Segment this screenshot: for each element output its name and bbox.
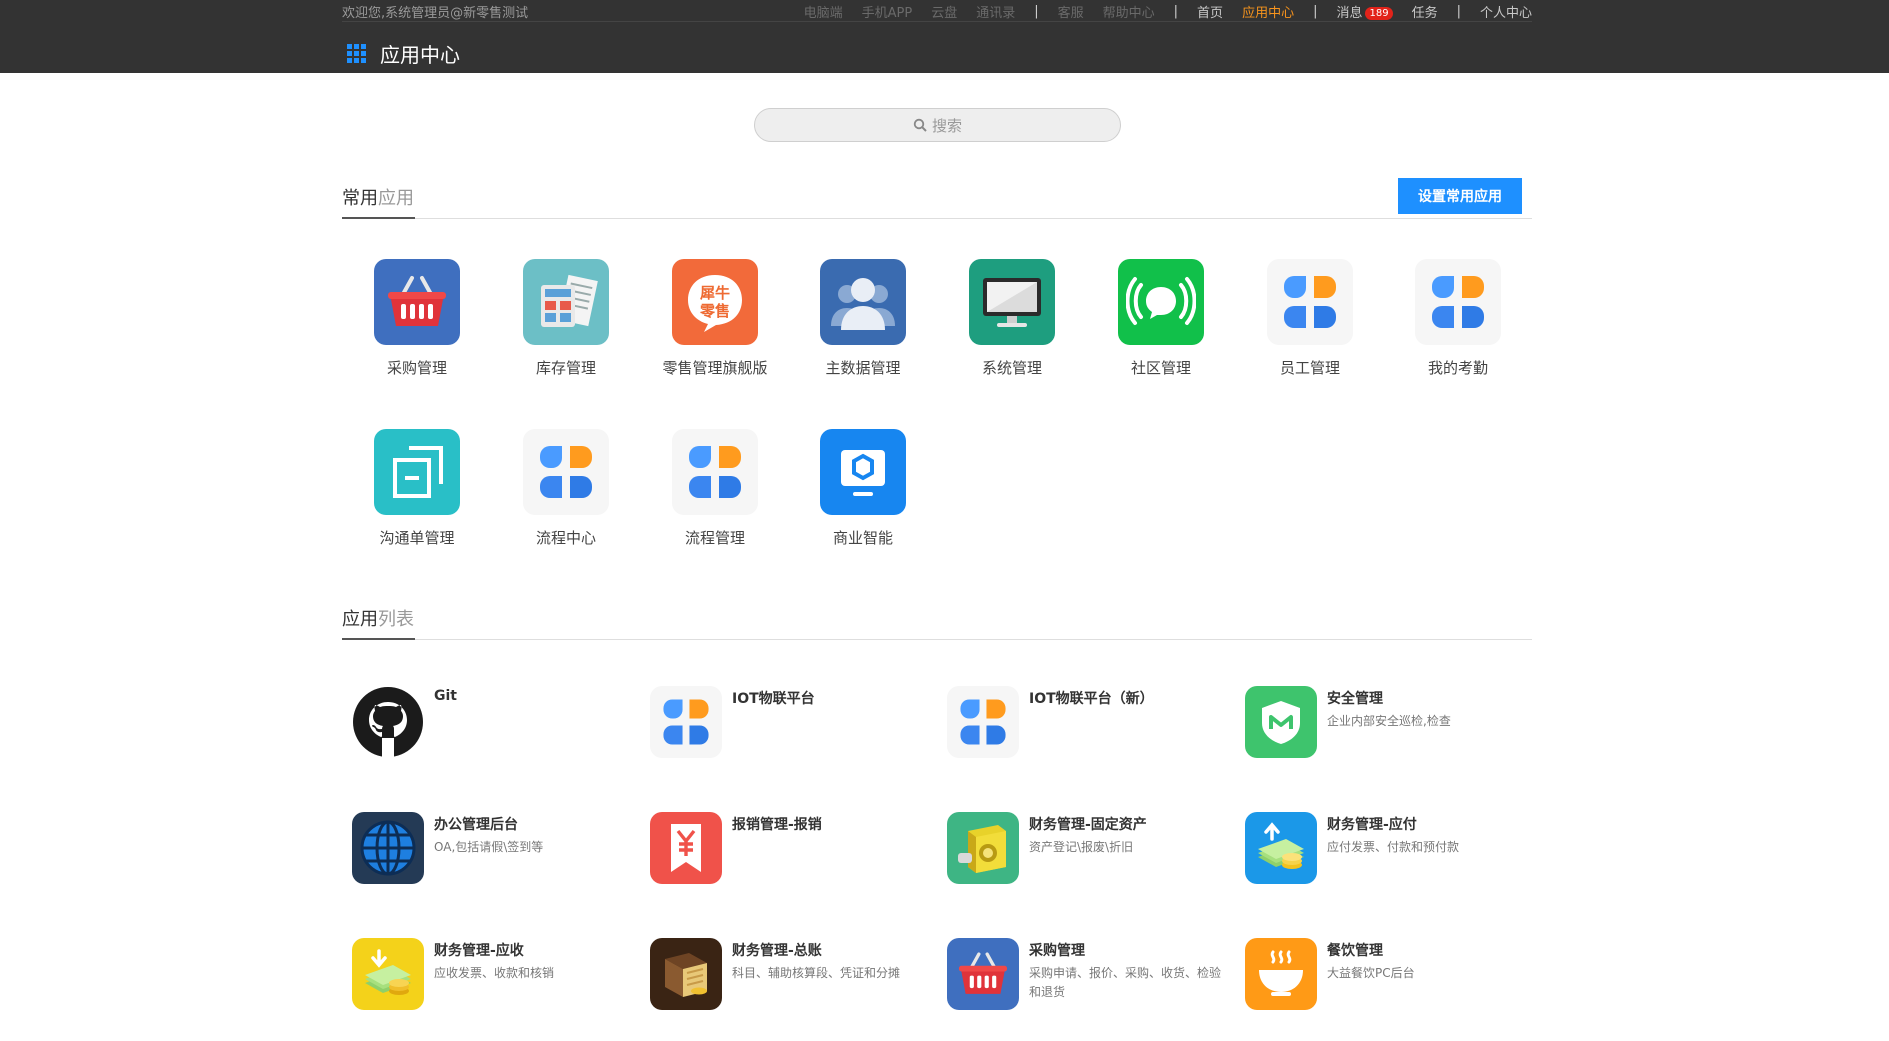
app-flower-icon — [1415, 259, 1501, 345]
app-general-ledger[interactable]: 财务管理-总账 科目、辅助核算段、凭证和分摊 — [640, 938, 930, 1038]
fav-app-system[interactable]: 系统管理 — [937, 259, 1087, 378]
ledger-book-icon — [650, 938, 722, 1010]
nav-customer-service[interactable]: 客服 — [1058, 2, 1084, 21]
monitor-icon — [969, 259, 1055, 345]
copy-document-icon — [374, 429, 460, 515]
broadcast-chat-icon — [1118, 259, 1204, 345]
app-flower-icon — [672, 429, 758, 515]
app-office-admin[interactable]: 办公管理后台 OA,包括请假\签到等 — [342, 812, 632, 912]
app-accounts-payable[interactable]: 财务管理-应付 应付发票、付款和预付款 — [1235, 812, 1525, 912]
app-accounts-receivable[interactable]: 财务管理-应收 应收发票、收款和核销 — [342, 938, 632, 1038]
nav-tasks[interactable]: 任务 — [1412, 2, 1438, 21]
globe-icon — [352, 812, 424, 884]
noodle-bowl-icon — [1245, 938, 1317, 1010]
nav-separator: | — [1173, 4, 1179, 19]
fav-app-attendance[interactable]: 我的考勤 — [1383, 259, 1533, 378]
shopping-basket-icon — [947, 938, 1019, 1010]
app-git[interactable]: Git — [342, 686, 632, 786]
app-expense-reimbursement[interactable]: 报销管理-报销 — [640, 812, 930, 912]
fav-app-employee[interactable]: 员工管理 — [1235, 259, 1385, 378]
app-flower-icon — [947, 686, 1019, 758]
page-title: 应用中心 — [380, 43, 460, 67]
xiniu-retail-logo: 犀牛 零售 — [672, 259, 758, 345]
search-icon — [913, 118, 927, 132]
money-out-icon — [1245, 812, 1317, 884]
fav-app-process-management[interactable]: 流程管理 — [640, 429, 790, 548]
nav-personal-center[interactable]: 个人中心 — [1480, 2, 1532, 21]
bi-monitor-icon — [820, 429, 906, 515]
fav-app-business-intelligence[interactable]: 商业智能 — [788, 429, 938, 548]
app-grid-icon — [347, 44, 366, 63]
nav-cloud-disk[interactable]: 云盘 — [931, 2, 957, 21]
fav-app-purchase[interactable]: 采购管理 — [342, 259, 492, 378]
app-iot-platform-new[interactable]: IOT物联平台（新） — [937, 686, 1227, 786]
applist-title: 应用列表 — [342, 609, 414, 630]
nav-app-center[interactable]: 应用中心 — [1242, 2, 1294, 21]
app-fixed-assets[interactable]: 财务管理-固定资产 资产登记\报废\折旧 — [937, 812, 1227, 912]
app-purchase-management[interactable]: 采购管理 采购申请、报价、采购、收货、检验和退货 — [937, 938, 1227, 1038]
top-nav: 电脑端 手机APP 云盘 通讯录 | 客服 帮助中心 | 首页 应用中心 | 消… — [785, 2, 1532, 21]
nav-home[interactable]: 首页 — [1197, 2, 1223, 21]
users-group-icon — [820, 259, 906, 345]
applist-section-header: 应用列表 — [342, 602, 1532, 640]
shopping-basket-icon — [374, 259, 460, 345]
app-safety-management[interactable]: 安全管理 企业内部安全巡检,检查 — [1235, 686, 1525, 786]
welcome-text: 欢迎您,系统管理员@新零售测试 — [342, 6, 529, 21]
nav-separator: | — [1313, 4, 1318, 19]
nav-messages[interactable]: 消息 189 — [1336, 2, 1393, 21]
search-input[interactable]: 搜索 — [754, 108, 1121, 142]
shield-icon — [1245, 686, 1317, 758]
calculator-docs-icon — [523, 259, 609, 345]
top-bar: 欢迎您,系统管理员@新零售测试 电脑端 手机APP 云盘 通讯录 | 客服 帮助… — [0, 0, 1889, 73]
fav-app-process-center[interactable]: 流程中心 — [491, 429, 641, 548]
fav-app-communication[interactable]: 沟通单管理 — [342, 429, 492, 548]
favorites-section-header: 常用应用 — [342, 181, 1532, 219]
message-count-badge: 189 — [1365, 7, 1393, 20]
github-icon — [352, 686, 424, 758]
nav-mobile-app[interactable]: 手机APP — [862, 2, 913, 21]
set-favorites-button[interactable]: 设置常用应用 — [1398, 178, 1522, 214]
brand[interactable]: 应用中心 — [347, 39, 460, 68]
fav-app-retail[interactable]: 犀牛 零售 零售管理旗舰版 — [640, 259, 790, 378]
favorites-title: 常用应用 — [342, 188, 414, 209]
safe-box-icon — [947, 812, 1019, 884]
app-flower-icon — [523, 429, 609, 515]
nav-messages-label: 消息 — [1336, 6, 1363, 21]
svg-text:零售: 零售 — [699, 302, 730, 320]
nav-separator: | — [1456, 4, 1461, 19]
top-utility-bar: 欢迎您,系统管理员@新零售测试 电脑端 手机APP 云盘 通讯录 | 客服 帮助… — [342, 0, 1532, 22]
yuan-bookmark-icon — [650, 812, 722, 884]
nav-help-center[interactable]: 帮助中心 — [1103, 2, 1155, 21]
money-in-icon — [352, 938, 424, 1010]
app-catering-management[interactable]: 餐饮管理 大益餐饮PC后台 — [1235, 938, 1525, 1038]
fav-app-inventory[interactable]: 库存管理 — [491, 259, 641, 378]
fav-app-master-data[interactable]: 主数据管理 — [788, 259, 938, 378]
search-placeholder: 搜索 — [931, 116, 962, 135]
svg-text:犀牛: 犀牛 — [699, 284, 730, 302]
fav-app-community[interactable]: 社区管理 — [1086, 259, 1236, 378]
nav-separator: | — [1034, 4, 1039, 19]
nav-desktop[interactable]: 电脑端 — [804, 2, 843, 21]
app-flower-icon — [650, 686, 722, 758]
app-iot-platform[interactable]: IOT物联平台 — [640, 686, 930, 786]
nav-contacts[interactable]: 通讯录 — [976, 2, 1015, 21]
app-flower-icon — [1267, 259, 1353, 345]
